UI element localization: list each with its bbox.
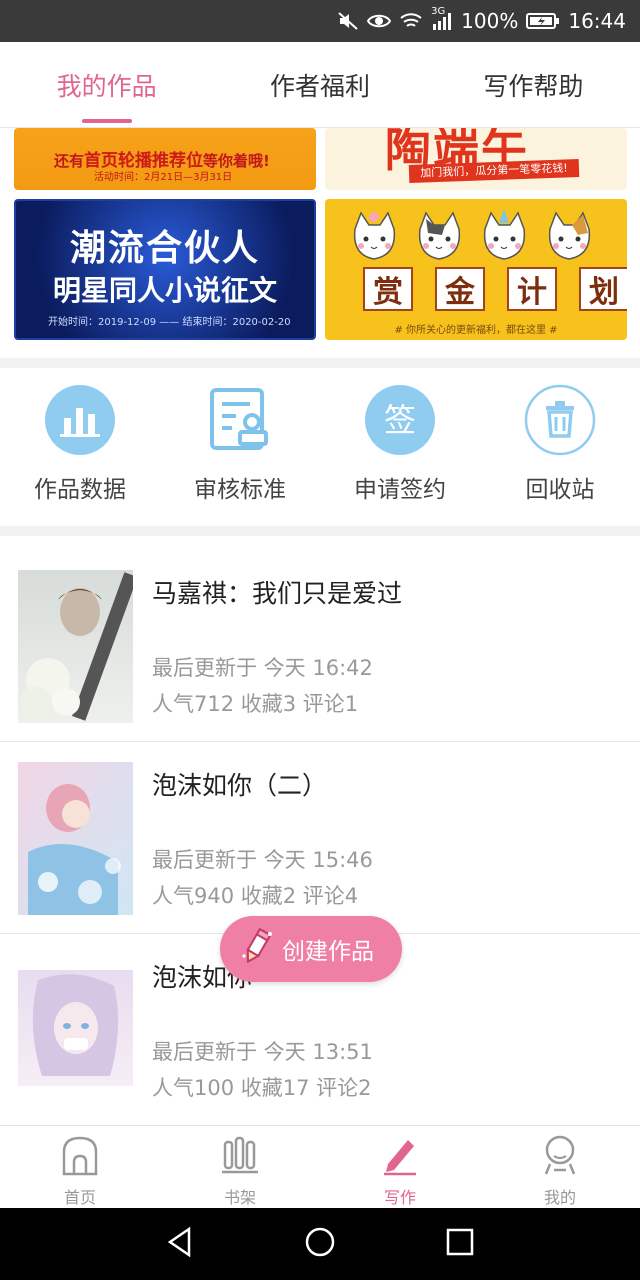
works-list: 马嘉祺：我们只是爱过 最后更新于 今天 16:42 人气712 收藏3 评论1 … — [0, 550, 640, 1126]
battery-icon — [526, 12, 560, 30]
action-label: 申请签约 — [354, 477, 446, 503]
bounty-char: 金 — [435, 267, 485, 311]
book-cover — [18, 762, 133, 915]
create-work-button[interactable]: 创建作品 — [220, 916, 402, 982]
action-work-data[interactable]: 作品数据 — [0, 368, 160, 526]
tab-writing-help[interactable]: 写作帮助 — [427, 42, 640, 127]
network-type-label: 3G — [431, 6, 446, 17]
action-recycle-bin[interactable]: 回收站 — [480, 368, 640, 526]
create-work-label: 创建作品 — [282, 939, 374, 965]
action-sign-contract[interactable]: 签 申请签约 — [320, 368, 480, 526]
book-cover — [18, 570, 133, 723]
work-updated-time: 最后更新于 今天 15:46 — [152, 848, 373, 872]
review-standard-icon — [204, 384, 276, 456]
list-item[interactable]: 马嘉祺：我们只是爱过 最后更新于 今天 16:42 人气712 收藏3 评论1 — [0, 550, 640, 742]
banner3-date: 开始时间：2019-12-09 —— 结束时间：2020-02-20 — [48, 317, 291, 328]
status-bar: 3G 100% 16:44 — [0, 0, 640, 42]
cat-illustration — [483, 209, 526, 260]
status-icons: 3G 100% 16:44 — [337, 6, 626, 33]
profile-icon — [540, 1134, 580, 1180]
work-updated-time: 最后更新于 今天 16:42 — [152, 656, 373, 680]
cat-illustration — [418, 211, 461, 260]
work-stats: 人气940 收藏2 评论4 — [152, 884, 359, 908]
cat-illustration — [353, 211, 396, 260]
bounty-char: 划 — [579, 267, 627, 311]
nav-label: 写作 — [383, 1188, 416, 1207]
mute-icon — [337, 11, 359, 31]
cell-signal-icon: 3G — [431, 6, 453, 30]
work-stats: 人气100 收藏17 评论2 — [152, 1076, 372, 1100]
trash-icon — [524, 384, 596, 456]
bounty-plan-title: 赏 金 计 划 — [363, 267, 627, 311]
banner-trend-partner[interactable]: 潮流合伙人 明星同人小说征文 开始时间：2019-12-09 —— 结束时间：2… — [14, 199, 316, 340]
action-review-standard[interactable]: 审核标准 — [160, 368, 320, 526]
system-nav-bar — [0, 1208, 640, 1280]
home-circle-icon[interactable] — [304, 1226, 336, 1262]
action-label: 回收站 — [525, 477, 595, 503]
banner3-title: 潮流合伙人 — [69, 228, 260, 269]
clock: 16:44 — [568, 9, 626, 33]
nav-home[interactable]: 首页 — [0, 1126, 160, 1208]
cat-illustrations — [347, 209, 597, 267]
tab-my-works[interactable]: 我的作品 — [0, 42, 213, 127]
recents-icon[interactable] — [445, 1227, 475, 1261]
svg-text:签: 签 — [384, 401, 416, 439]
top-tabs: 我的作品 作者福利 写作帮助 — [0, 42, 640, 128]
banner1-date: 活动时间：2月21日—3月31日 — [94, 172, 233, 183]
back-icon[interactable] — [165, 1226, 195, 1262]
nav-write[interactable]: 写作 — [320, 1126, 480, 1208]
home-icon — [60, 1134, 100, 1180]
action-label: 审核标准 — [194, 477, 286, 503]
list-item[interactable]: 泡沫如你（二） 最后更新于 今天 15:46 人气940 收藏2 评论4 — [0, 742, 640, 934]
nav-label: 书架 — [223, 1188, 256, 1207]
bounty-char: 计 — [507, 267, 557, 311]
work-stats: 人气712 收藏3 评论1 — [152, 692, 359, 716]
section-divider — [0, 358, 640, 368]
banner-bounty-plan[interactable]: 赏 金 计 划 # 你所关心的更新福利，都在这里 # — [325, 199, 627, 340]
bookshelf-icon — [220, 1134, 260, 1180]
sign-contract-icon: 签 — [364, 384, 436, 456]
work-title: 泡沫如你（二） — [152, 771, 328, 800]
work-title: 马嘉祺：我们只是爱过 — [152, 579, 403, 608]
quick-actions: 作品数据 审核标准 签 申请签约 回收站 — [0, 368, 640, 526]
tab-author-benefits[interactable]: 作者福利 — [213, 42, 426, 127]
cat-illustration — [548, 211, 591, 260]
pen-icon — [380, 1134, 420, 1180]
banner4-footer: # 你所关心的更新福利，都在这里 # — [394, 325, 558, 336]
banner1-prefix: 还有 — [54, 152, 85, 170]
book-cover — [18, 970, 133, 1086]
bounty-char: 赏 — [363, 267, 413, 311]
banner-homepage-carousel[interactable]: 还有首页轮播推荐位等你着哦! 活动时间：2月21日—3月31日 — [14, 128, 316, 190]
nav-bookshelf[interactable]: 书架 — [160, 1126, 320, 1208]
bottom-nav: 首页 书架 写作 我的 — [0, 1125, 640, 1208]
banner-grid: 还有首页轮播推荐位等你着哦! 活动时间：2月21日—3月31日 陶端午 加门我们… — [0, 128, 640, 358]
banner-duanwu[interactable]: 陶端午 加门我们，瓜分第一笔零花钱! — [325, 128, 627, 190]
pencil-icon — [240, 926, 274, 972]
nav-label: 我的 — [543, 1188, 576, 1207]
bar-chart-icon — [44, 384, 116, 456]
battery-percent: 100% — [461, 9, 519, 33]
section-divider — [0, 526, 640, 536]
eye-icon — [367, 12, 392, 30]
work-updated-time: 最后更新于 今天 13:51 — [152, 1040, 373, 1064]
action-label: 作品数据 — [34, 477, 126, 503]
wifi-icon — [399, 12, 423, 30]
nav-label: 首页 — [63, 1188, 96, 1207]
banner3-subtitle: 明星同人小说征文 — [52, 274, 277, 307]
nav-profile[interactable]: 我的 — [480, 1126, 640, 1208]
